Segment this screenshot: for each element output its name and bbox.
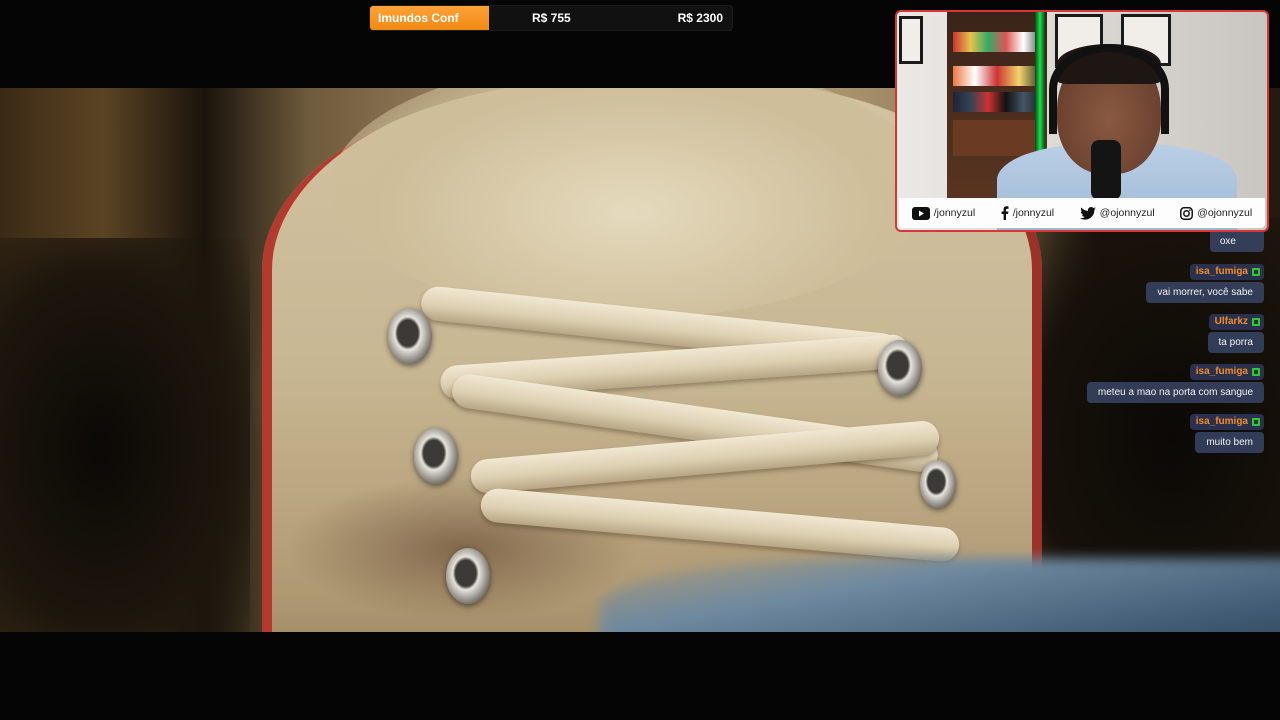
twitter-icon <box>1079 206 1096 220</box>
background-shadow-left <box>0 238 250 632</box>
social-twitter: @ojonnyzul <box>1079 206 1155 220</box>
youtube-icon <box>911 206 930 220</box>
facebook-icon <box>1001 206 1009 220</box>
youtube-handle: /jonnyzul <box>933 207 976 219</box>
headset <box>1049 44 1169 134</box>
chat-message-text: oxe <box>1219 236 1236 247</box>
chat-message-text: meteu a mao na porta com sangue <box>1097 387 1253 398</box>
eyelet <box>446 548 490 604</box>
webcam-overlay: /jonnyzul /jonnyzul @ojonnyzul @ojonnyzu… <box>895 10 1269 232</box>
microphone <box>1091 140 1121 200</box>
social-links-bar: /jonnyzul /jonnyzul @ojonnyzul @ojonnyzu… <box>899 198 1265 228</box>
goal-name: Imundos Conf <box>378 11 459 25</box>
social-instagram: @ojonnyzul <box>1180 206 1253 220</box>
instagram-icon <box>1180 206 1194 220</box>
chat-username: isa_fumiga <box>1189 264 1264 280</box>
instagram-handle: @ojonnyzul <box>1197 207 1253 219</box>
social-facebook: /jonnyzul <box>1001 206 1054 220</box>
twitter-handle: @ojonnyzul <box>1099 207 1155 219</box>
eyelet <box>414 428 458 484</box>
subscriber-badge-icon <box>1252 418 1260 426</box>
chat-username: isa_fumiga <box>1189 414 1264 430</box>
chat-message-text: ta porra <box>1218 337 1253 348</box>
eyelet <box>388 308 432 364</box>
social-youtube: /jonnyzul <box>911 206 976 220</box>
subscriber-badge-icon <box>1252 368 1260 376</box>
goal-target-amount: R$ 2300 <box>677 11 723 25</box>
wall-frame <box>899 16 923 64</box>
chat-message: muito bem <box>1195 432 1264 453</box>
chat-message: meteu a mao na porta com sangue <box>1086 382 1264 403</box>
donation-goal-bar: Imundos Conf R$ 755 R$ 2300 <box>370 6 732 30</box>
chat-username: isa_fumiga <box>1189 364 1264 380</box>
chat-message: ta porra <box>1207 332 1264 353</box>
chat-message-text: muito bem <box>1206 437 1253 448</box>
eyelet <box>920 460 956 508</box>
chat-username: Ulfarkz <box>1208 314 1264 330</box>
jeans <box>600 558 1280 632</box>
chat-message: vai morrer, você sabe <box>1146 282 1264 303</box>
subscriber-badge-icon <box>1252 318 1260 326</box>
subscriber-badge-icon <box>1252 268 1260 276</box>
goal-current-amount: R$ 755 <box>532 11 571 25</box>
chat-message: oxe <box>1209 232 1264 252</box>
eyelet <box>878 340 922 396</box>
facebook-handle: /jonnyzul <box>1012 207 1055 219</box>
chat-message-text: vai morrer, você sabe <box>1157 287 1253 298</box>
